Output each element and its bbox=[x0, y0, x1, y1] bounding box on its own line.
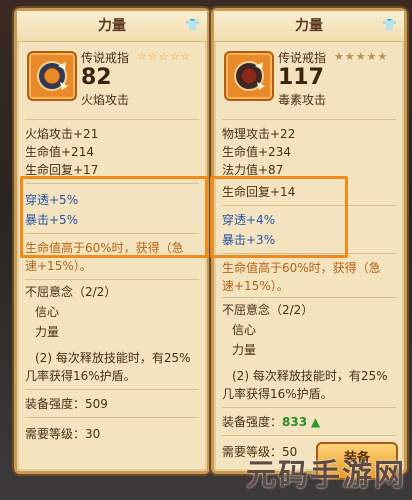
highlight-stat: 穿透+4% bbox=[222, 213, 276, 227]
divider bbox=[222, 253, 396, 254]
item-subtype: 毒素攻击 bbox=[278, 93, 327, 107]
divider bbox=[222, 435, 396, 436]
divider bbox=[222, 297, 396, 298]
highlight-stat: 暴击+5% bbox=[25, 213, 79, 227]
special-effect-line1: 生命值高于60%时，获得（急 bbox=[222, 261, 381, 275]
stat-line: 物理攻击+22 bbox=[222, 127, 296, 141]
special-effect-line1: 生命值高于60%时，获得（急 bbox=[25, 241, 184, 255]
rarity-stars: ☆☆☆☆☆ bbox=[137, 50, 192, 63]
card-header: 力量 bbox=[214, 11, 404, 42]
stat-line: 生命值+214 bbox=[25, 145, 94, 159]
required-level: 需要等级：30 bbox=[25, 427, 101, 441]
divider bbox=[25, 183, 199, 184]
rarity-stars: ★★★★★ bbox=[334, 50, 389, 63]
watermark: 元码手游网 bbox=[246, 458, 406, 493]
set-skill-line1: (2) 每次释放技能时，有25% bbox=[35, 351, 191, 365]
set-title: 不屈意念（2/2） bbox=[222, 303, 314, 317]
equipment-strength: 装备强度：833 ▲ bbox=[222, 413, 320, 430]
set-title: 不屈意念（2/2） bbox=[25, 285, 117, 299]
item-name: 传说戒指 bbox=[81, 51, 130, 65]
stat-line: 生命值+234 bbox=[222, 145, 291, 159]
divider bbox=[222, 119, 396, 120]
divider bbox=[25, 389, 199, 390]
set-item: 信心 bbox=[232, 323, 257, 337]
special-effect-line2: 速+15%）。 bbox=[25, 259, 92, 273]
item-power: 82 bbox=[81, 65, 112, 90]
set-skill-line2: 几率获得16%护盾。 bbox=[25, 369, 136, 383]
highlight-stat: 穿透+5% bbox=[25, 193, 79, 207]
ring-icon[interactable] bbox=[224, 51, 274, 101]
divider bbox=[25, 233, 199, 234]
stat-line: 生命回复+17 bbox=[25, 163, 99, 177]
divider bbox=[222, 205, 396, 206]
stat-line: 火焰攻击+21 bbox=[25, 127, 99, 141]
divider bbox=[25, 119, 199, 120]
item-power: 117 bbox=[278, 65, 324, 90]
divider bbox=[25, 417, 199, 418]
stat-line: 生命回复+14 bbox=[222, 185, 296, 199]
shirt-icon: 👕 bbox=[185, 18, 200, 32]
stat-line: 法力值+87 bbox=[222, 163, 284, 177]
item-card-left: 力量 👕 传说戒指 ☆☆☆☆☆ 82 火焰攻击 火焰攻击+21 生命值+214 … bbox=[14, 8, 210, 474]
set-skill-line1: (2) 每次释放技能时，有25% bbox=[232, 369, 388, 383]
up-arrow-icon: ▲ bbox=[310, 415, 321, 429]
equipment-strength-label: 装备强度： bbox=[222, 415, 283, 429]
item-card-right: 力量 👕 传说戒指 ★★★★★ 117 毒素攻击 物理攻击+22 生命值+234… bbox=[211, 8, 407, 474]
divider bbox=[222, 407, 396, 408]
shirt-icon: 👕 bbox=[382, 18, 397, 32]
item-subtype: 火焰攻击 bbox=[81, 93, 130, 107]
divider bbox=[25, 279, 199, 280]
ring-icon[interactable] bbox=[27, 51, 77, 101]
set-item: 信心 bbox=[35, 305, 60, 319]
equipment-strength: 装备强度：509 bbox=[25, 397, 108, 411]
card-header: 力量 bbox=[17, 11, 207, 42]
item-name: 传说戒指 bbox=[278, 51, 327, 65]
special-effect-line2: 速+15%）。 bbox=[222, 279, 289, 293]
set-item: 力量 bbox=[35, 325, 60, 339]
set-item: 力量 bbox=[232, 343, 257, 357]
highlight-stat: 暴击+3% bbox=[222, 233, 276, 247]
set-skill-line2: 几率获得16%护盾。 bbox=[222, 387, 333, 401]
equipment-strength-value: 833 bbox=[282, 415, 308, 429]
